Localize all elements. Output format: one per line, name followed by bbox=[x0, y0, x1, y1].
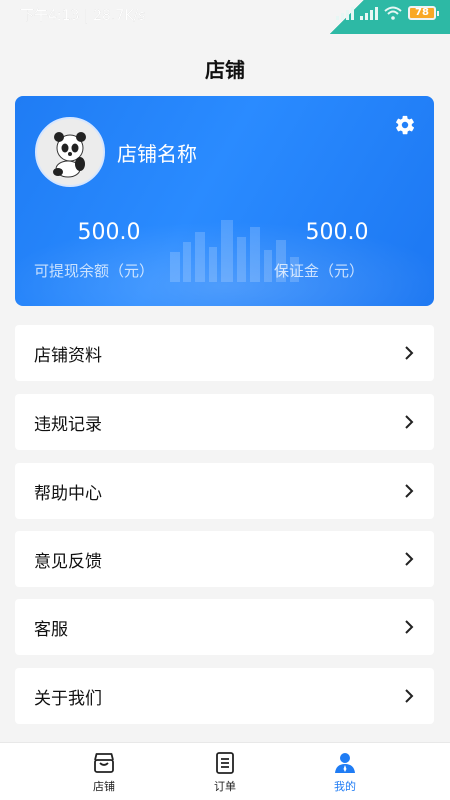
tab-mine[interactable]: 我的 bbox=[315, 751, 375, 794]
deposit-amount: 500.0 bbox=[305, 220, 369, 245]
withdrawable-amount: 500.0 bbox=[77, 220, 141, 245]
tab-label: 订单 bbox=[214, 780, 236, 793]
tab-label: 店铺 bbox=[93, 780, 115, 793]
order-icon bbox=[216, 752, 234, 774]
bottom-tab-bar: 店铺 订单 我的 bbox=[0, 742, 450, 800]
tab-label: 我的 bbox=[334, 780, 356, 793]
wifi-icon bbox=[384, 6, 402, 20]
chevron-right-icon bbox=[405, 552, 414, 566]
shop-avatar[interactable] bbox=[35, 117, 105, 187]
tab-orders[interactable]: 订单 bbox=[195, 751, 255, 794]
menu-item-help-center[interactable]: 帮助中心 bbox=[15, 463, 434, 519]
chevron-right-icon bbox=[405, 484, 414, 498]
menu-item-label: 意见反馈 bbox=[34, 552, 102, 572]
menu-item-label: 客服 bbox=[34, 620, 68, 640]
chevron-right-icon bbox=[405, 689, 414, 703]
status-time: 下午4:13 | 28.7K/s bbox=[20, 8, 146, 24]
chevron-right-icon bbox=[405, 620, 414, 634]
menu-item-violation-records[interactable]: 违规记录 bbox=[15, 394, 434, 450]
status-bar: 下午4:13 | 28.7K/s 78 bbox=[0, 0, 450, 34]
chevron-right-icon bbox=[405, 415, 414, 429]
settings-gear-icon[interactable] bbox=[394, 114, 416, 136]
menu-item-shop-info[interactable]: 店铺资料 bbox=[15, 325, 434, 381]
menu-item-feedback[interactable]: 意见反馈 bbox=[15, 531, 434, 587]
shop-card: 店铺名称 500.0 可提现余额（元） 500.0 保证金（元） bbox=[15, 96, 434, 306]
status-icons: 78 bbox=[336, 6, 439, 20]
withdrawable-label: 可提现余额（元） bbox=[34, 262, 155, 280]
chevron-right-icon bbox=[405, 346, 414, 360]
page-title: 店铺 bbox=[205, 58, 245, 82]
tab-store[interactable]: 店铺 bbox=[74, 751, 134, 794]
deposit-label: 保证金（元） bbox=[274, 262, 365, 280]
menu-item-about-us[interactable]: 关于我们 bbox=[15, 668, 434, 724]
panda-icon bbox=[53, 132, 86, 178]
menu-item-customer-service[interactable]: 客服 bbox=[15, 599, 434, 655]
user-icon bbox=[335, 753, 355, 773]
menu-item-label: 关于我们 bbox=[34, 689, 102, 709]
battery-icon: 78 bbox=[408, 6, 439, 20]
menu-item-label: 帮助中心 bbox=[34, 484, 102, 504]
menu-item-label: 违规记录 bbox=[34, 415, 102, 435]
store-icon bbox=[94, 753, 114, 773]
shop-name: 店铺名称 bbox=[117, 142, 197, 166]
signal-icon bbox=[360, 6, 378, 20]
signal-icon bbox=[336, 6, 354, 20]
menu-item-label: 店铺资料 bbox=[34, 346, 102, 366]
